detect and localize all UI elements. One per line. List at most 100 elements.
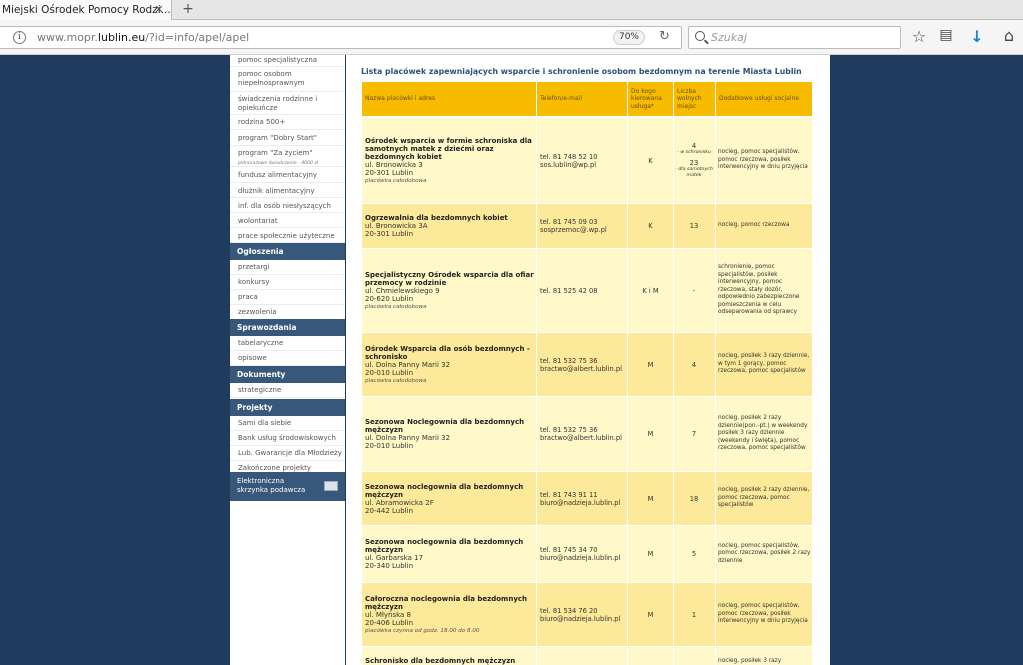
sidebar-item-label: Zakończone projekty <box>238 464 312 472</box>
sidebar-item-niesłyszacy[interactable]: inf. dla osób niesłyszących <box>230 199 345 213</box>
browser-tab[interactable]: Miejski Ośrodek Pomocy Rodzi... <box>0 0 172 20</box>
cell-free: 4 <box>691 360 697 369</box>
cell-name: Całoroczna noclegownia dla bezdomnych mę… <box>362 583 535 646</box>
tab-bar: Miejski Ośrodek Pomocy Rodzi... ✕ + <box>0 0 1023 20</box>
sidebar-item-za-zyciem[interactable]: program "Za życiem" jednorazowe świadczen… <box>230 147 345 167</box>
page-title: Lista placówek zapewniających wsparcie i… <box>361 67 802 76</box>
facility-email[interactable]: bractwo@albert.lublin.pl <box>540 434 622 442</box>
facility-phone: tel. 81 532 75 36 <box>540 426 598 434</box>
facility-note: placówka czynna od godz. 18.00 do 8.00 <box>365 627 480 634</box>
sidebar-item-label: pomoc specjalistyczna <box>238 56 318 64</box>
cell-tel: tel. 81 532 75 36 bractwo@albert.lublin.… <box>537 397 627 471</box>
sidebar-item-sublabel: jednorazowe świadczenie - 4000 zł <box>238 161 319 166</box>
facility-phone: tel. 81 748 52 10 <box>540 152 598 161</box>
sidebar-item-pomoc-niepelnosprawnym[interactable]: pomoc osobom niepełnosprawnym <box>230 68 345 92</box>
home-icon[interactable]: ⌂ <box>999 26 1019 45</box>
sidebar-item-wolontariat[interactable]: wolontariat <box>230 214 345 228</box>
facility-street: ul. Bronowicka 3 <box>365 160 423 169</box>
sidebar-item-strategiczne[interactable]: strategiczne <box>230 383 345 398</box>
cell-extra: nocleg, posiłek 2 razy dziennie, pomoc r… <box>718 487 810 509</box>
sidebar-item-sami-dla-siebie[interactable]: Sami dla siebie <box>230 416 345 431</box>
sidebar-item-prace-spoleczne[interactable]: prace społecznie użyteczne <box>230 229 345 243</box>
main-content: Lista placówek zapewniających wsparcie i… <box>346 55 830 665</box>
search-bar[interactable]: Szukaj <box>688 26 901 49</box>
sidebar-item-swiadczenia-rodzinne[interactable]: świadczenia rodzinne i opiekuńcze <box>230 93 345 115</box>
sidebar-item-praca[interactable]: praca <box>230 290 345 305</box>
table-row: Schronisko dla bezdomnych mężczyzn nocle… <box>362 646 812 665</box>
sidebar-item-tabelaryczne[interactable]: tabelaryczne <box>230 336 345 351</box>
cell-who: M <box>647 610 654 619</box>
sidebar-item-label: Bank usług środowiskowych <box>238 434 336 442</box>
facility-city: 20-010 Lublin <box>365 442 414 450</box>
cell-who: M <box>647 550 654 558</box>
cell-extra: nocleg, posiłek 3 razy dziennie, w tym 1… <box>718 353 810 375</box>
facility-name: Schronisko dla bezdomnych mężczyzn <box>365 657 516 665</box>
facility-phone: tel. 81 525 42 08 <box>540 286 598 295</box>
header-extra: Dodatkowe usługi socjalne <box>719 95 799 103</box>
cell-name: Specjalistyczny Ośrodek wsparcia dla ofi… <box>362 249 535 332</box>
sidebar-item-bank-uslug[interactable]: Bank usług środowiskowych <box>230 431 345 446</box>
sidebar-section-dokumenty[interactable]: Dokumenty <box>230 366 345 383</box>
cell-tel: tel. 81 745 34 70 biuro@nadzieja.lublin.… <box>537 526 627 582</box>
info-icon[interactable]: i <box>13 31 26 44</box>
table-row: Sezonowa Noclegownia dla bezdomnych mężc… <box>362 396 812 471</box>
cell-who: M <box>647 430 654 438</box>
sidebar-item-label: program "Za życiem" <box>238 149 313 157</box>
cell-who: M <box>647 360 654 369</box>
sidebar-item-zezwolenia[interactable]: zezwolenia <box>230 305 345 320</box>
facility-note: placówka całodobowa <box>365 303 427 310</box>
cell-name: Ogrzewalnia dla bezdomnych kobiet ul. Br… <box>362 204 535 248</box>
facility-street: ul. Garbarska 17 <box>365 554 424 562</box>
sidebar-item-label: praca <box>238 293 258 301</box>
sidebar-section-sprawozdania[interactable]: Sprawozdania <box>230 319 345 336</box>
sidebar-item-dluznik-alimentacyjny[interactable]: dłużnik alimentacyjny <box>230 184 345 198</box>
column-divider <box>536 82 537 665</box>
sidebar-item-opisowe[interactable]: opisowe <box>230 351 345 366</box>
sidebar-section-projekty[interactable]: Projekty <box>230 399 345 416</box>
facility-street: ul. Dolna Panny Marii 32 <box>365 434 451 442</box>
cell-free: 5 <box>691 550 697 558</box>
sidebar-item-label: pomoc osobom <box>238 70 292 78</box>
sidebar-item-label: strategiczne <box>238 386 282 394</box>
facility-email[interactable]: bractwo@albert.lublin.pl <box>540 365 622 373</box>
free-count-a: 4 <box>691 142 697 150</box>
sidebar-item-rodzina-500[interactable]: rodzina 500+ <box>230 116 345 130</box>
cell-free: - <box>692 286 696 295</box>
download-icon[interactable]: ↓ <box>967 27 987 46</box>
facility-name: Sezonowa noclegownia dla bezdomnych mężc… <box>365 482 524 499</box>
sidebar-item-fundusz-alimentacyjny[interactable]: fundusz alimentacyjny <box>230 168 345 183</box>
reading-list-icon[interactable]: ▤ <box>936 27 956 43</box>
sidebar-item-label-2: niepełnosprawnym <box>238 79 305 87</box>
zoom-indicator[interactable]: 70% <box>613 30 645 45</box>
url-domain: lublin.eu <box>97 31 146 44</box>
sidebar-item-label: inf. dla osób niesłyszących <box>238 202 331 210</box>
cell-who: K <box>648 222 653 230</box>
url-bar[interactable]: i www.mopr.lublin.eu/?id=info/apel/apel … <box>0 26 682 49</box>
search-icon <box>695 31 705 41</box>
reload-icon[interactable]: ↻ <box>659 29 670 44</box>
sidebar-item-pomoc-specjalistyczna[interactable]: pomoc specjalistyczna <box>230 55 345 67</box>
sidebar-item-dobry-start[interactable]: program "Dobry Start" <box>230 131 345 146</box>
cell-tel: tel. 81 525 42 08 <box>537 249 627 332</box>
cell-free: 1 <box>691 610 697 619</box>
close-icon[interactable]: ✕ <box>152 0 166 20</box>
new-tab-icon[interactable]: + <box>180 0 196 20</box>
cell-tel: tel. 81 534 76 20 biuro@nadzieja.lublin.… <box>537 583 627 646</box>
facility-email[interactable]: biuro@nadzieja.lublin.pl <box>540 554 620 562</box>
cell-tel: tel. 81 532 75 36 bractwo@albert.lublin.… <box>537 333 627 396</box>
electronic-inbox-link[interactable]: Elektroniczna skrzynka podawcza <box>230 472 345 501</box>
sidebar-item-gwarancje-mlodziezy[interactable]: Lub. Gwarancje dla Młodzieży <box>230 446 345 461</box>
navigation-bar: i www.mopr.lublin.eu/?id=info/apel/apel … <box>0 20 1023 55</box>
tab-title: Miejski Ośrodek Pomocy Rodzi... <box>2 4 171 16</box>
facility-email[interactable]: sosprzemoc@.wp.pl <box>540 226 607 234</box>
sidebar-item-konkursy[interactable]: konkursy <box>230 275 345 290</box>
url-text[interactable]: www.mopr.lublin.eu/?id=info/apel/apel <box>37 31 249 44</box>
column-divider <box>627 82 628 665</box>
facility-email[interactable]: sos.lublin@wp.pl <box>540 161 598 169</box>
sidebar-section-ogloszenia[interactable]: Ogłoszenia <box>230 243 345 260</box>
facility-email[interactable]: biuro@nadzieja.lublin.pl <box>540 615 620 623</box>
sidebar-item-przetargi[interactable]: przetargi <box>230 260 345 275</box>
facility-email[interactable]: biuro@nadzieja.lublin.pl <box>540 499 620 507</box>
bookmark-star-icon[interactable]: ☆ <box>909 27 929 46</box>
sidebar-item-label: rodzina 500+ <box>238 118 286 126</box>
